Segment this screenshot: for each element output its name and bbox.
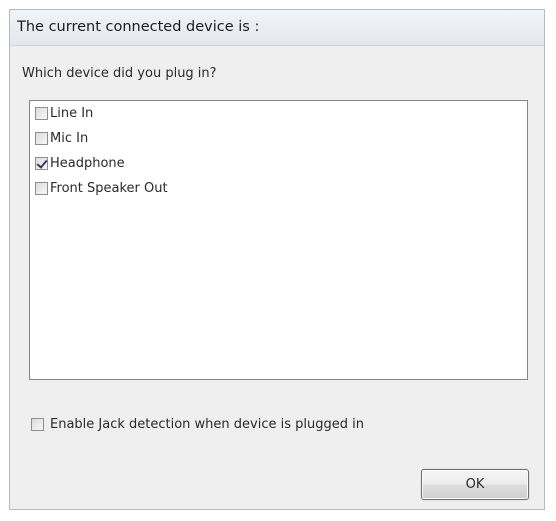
- device-item-label: Headphone: [50, 156, 125, 171]
- device-item-label: Line In: [50, 106, 94, 121]
- device-item-label: Mic In: [50, 131, 89, 146]
- device-item-line-in[interactable]: Line In: [35, 105, 93, 122]
- device-item-mic-in[interactable]: Mic In: [35, 130, 88, 147]
- checkbox-icon[interactable]: [35, 107, 48, 120]
- jack-detection-option[interactable]: Enable Jack detection when device is plu…: [31, 416, 364, 433]
- device-dialog: The current connected device is : Which …: [9, 9, 545, 510]
- dialog-title: The current connected device is :: [17, 19, 260, 35]
- jack-detection-checkbox-icon[interactable]: [31, 418, 44, 431]
- checkbox-icon[interactable]: [35, 132, 48, 145]
- device-question: Which device did you plug in?: [22, 66, 217, 81]
- device-list: Line In Mic In Headphone Front Speaker O…: [29, 100, 528, 380]
- device-item-label: Front Speaker Out: [50, 181, 168, 196]
- device-item-headphone[interactable]: Headphone: [35, 155, 125, 172]
- title-bar[interactable]: The current connected device is :: [10, 10, 544, 46]
- jack-detection-label: Enable Jack detection when device is plu…: [50, 417, 364, 432]
- checkbox-checked-icon[interactable]: [35, 157, 48, 170]
- checkbox-icon[interactable]: [35, 182, 48, 195]
- ok-button[interactable]: OK: [421, 469, 529, 500]
- device-item-front-speaker-out[interactable]: Front Speaker Out: [35, 180, 168, 197]
